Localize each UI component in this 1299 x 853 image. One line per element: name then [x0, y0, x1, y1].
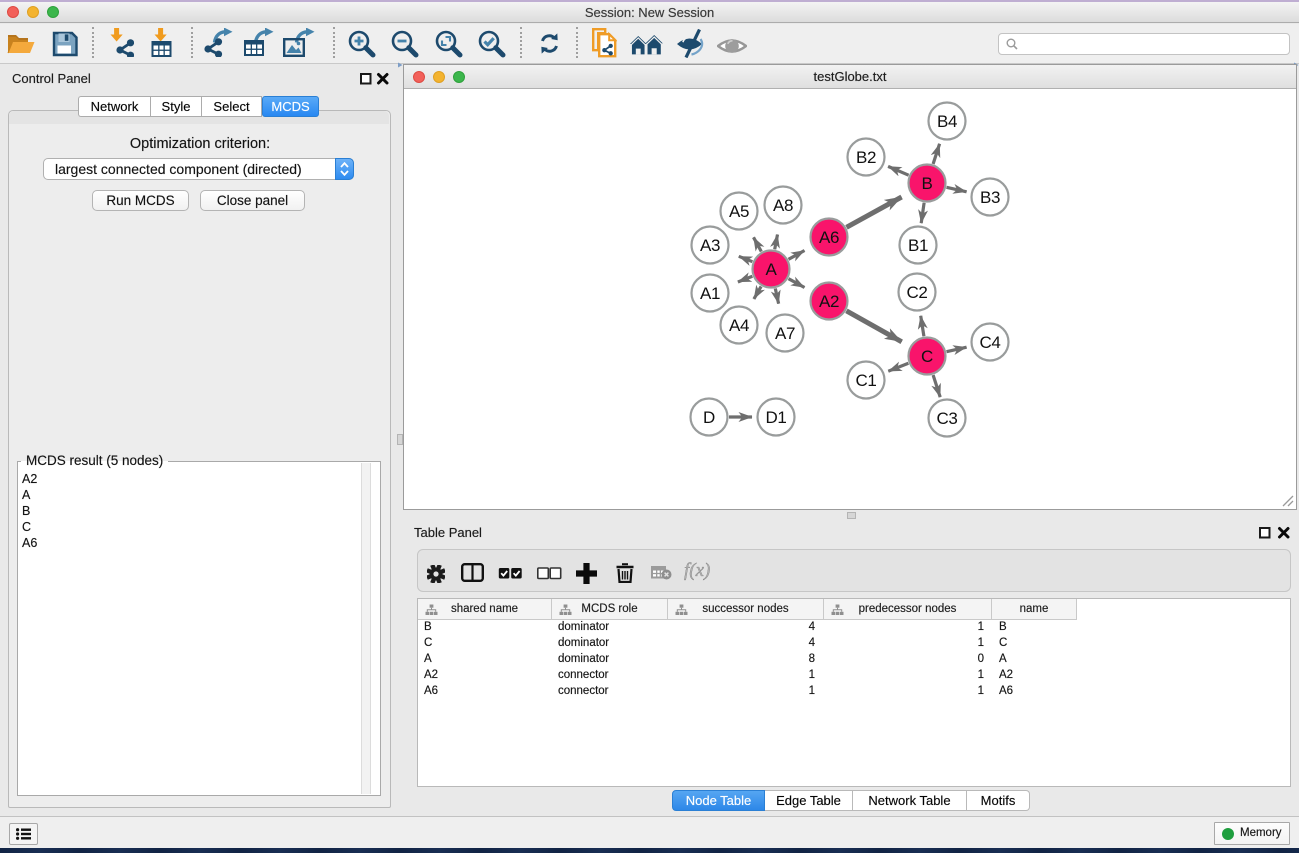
svg-text:B: B [922, 174, 933, 193]
svg-text:A: A [766, 260, 778, 279]
svg-text:B2: B2 [856, 148, 876, 167]
svg-text:B4: B4 [937, 112, 957, 131]
svg-text:A8: A8 [773, 196, 793, 215]
svg-text:A7: A7 [775, 324, 795, 343]
svg-text:C3: C3 [937, 409, 958, 428]
svg-text:A6: A6 [819, 228, 839, 247]
svg-text:C: C [921, 347, 933, 366]
svg-text:C1: C1 [856, 371, 877, 390]
svg-text:B1: B1 [908, 236, 928, 255]
svg-text:A4: A4 [729, 316, 749, 335]
svg-text:D: D [703, 408, 715, 427]
svg-text:C4: C4 [980, 333, 1001, 352]
svg-text:A5: A5 [729, 202, 749, 221]
svg-text:B3: B3 [980, 188, 1000, 207]
svg-text:A2: A2 [819, 292, 839, 311]
svg-text:A1: A1 [700, 284, 720, 303]
svg-text:A3: A3 [700, 236, 720, 255]
svg-text:C2: C2 [907, 283, 928, 302]
svg-text:D1: D1 [766, 408, 787, 427]
